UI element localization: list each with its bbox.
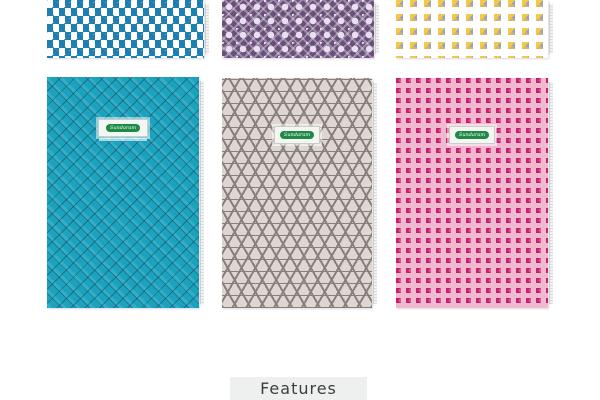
notebook-page-edge	[549, 82, 553, 304]
features-tab[interactable]: Features	[230, 377, 367, 400]
notebook-cover	[396, 0, 548, 58]
notebook-cover	[47, 0, 204, 58]
notebook-pink-zigzag[interactable]: Sundaram	[396, 78, 553, 308]
notebook-page-edge	[549, 4, 553, 54]
brand-label-plate: Sundaram	[449, 126, 495, 144]
notebook-cover	[47, 77, 199, 308]
brand-subtext-line	[99, 138, 147, 141]
brand-logo: Sundaram	[106, 124, 140, 132]
product-gallery: Sundaram Sundaram Sundaram Features	[0, 0, 600, 400]
notebook-purple-damask[interactable]	[222, 0, 379, 58]
notebook-teal-lattice[interactable]: Sundaram	[47, 77, 204, 308]
brand-label-plate: Sundaram	[274, 126, 320, 144]
notebook-cover	[396, 78, 548, 308]
notebook-grey-geometric[interactable]: Sundaram	[222, 78, 377, 308]
notebook-blue-diamond[interactable]	[47, 0, 209, 58]
notebook-cover	[222, 78, 372, 308]
notebook-page-edge	[373, 82, 377, 304]
brand-logo: Sundaram	[455, 131, 489, 139]
brand-label-plate: Sundaram	[98, 119, 148, 141]
notebook-cover	[222, 0, 374, 58]
notebook-page-edge	[200, 81, 204, 304]
notebook-pastel-chevron[interactable]	[396, 0, 553, 58]
notebook-page-edge	[205, 4, 209, 54]
brand-logo: Sundaram	[280, 131, 314, 139]
notebook-page-edge	[375, 4, 379, 54]
